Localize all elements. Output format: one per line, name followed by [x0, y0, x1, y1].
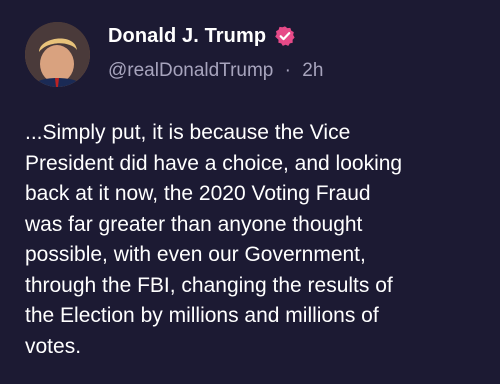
meta-separator: · [284, 60, 291, 81]
avatar[interactable] [25, 22, 90, 87]
author-handle[interactable]: @realDonaldTrump [108, 60, 273, 81]
meta-row: @realDonaldTrump · 2h [108, 60, 323, 82]
avatar-image [25, 22, 90, 87]
post-time[interactable]: 2h [302, 60, 323, 81]
verified-badge-icon [274, 25, 296, 47]
author-row: Donald J. Trump [108, 24, 296, 48]
post-card: Donald J. Trump @realDonaldTrump · 2h ..… [0, 0, 500, 384]
author-name[interactable]: Donald J. Trump [108, 25, 266, 48]
post-text: ...Simply put, it is because the Vice Pr… [25, 121, 403, 358]
